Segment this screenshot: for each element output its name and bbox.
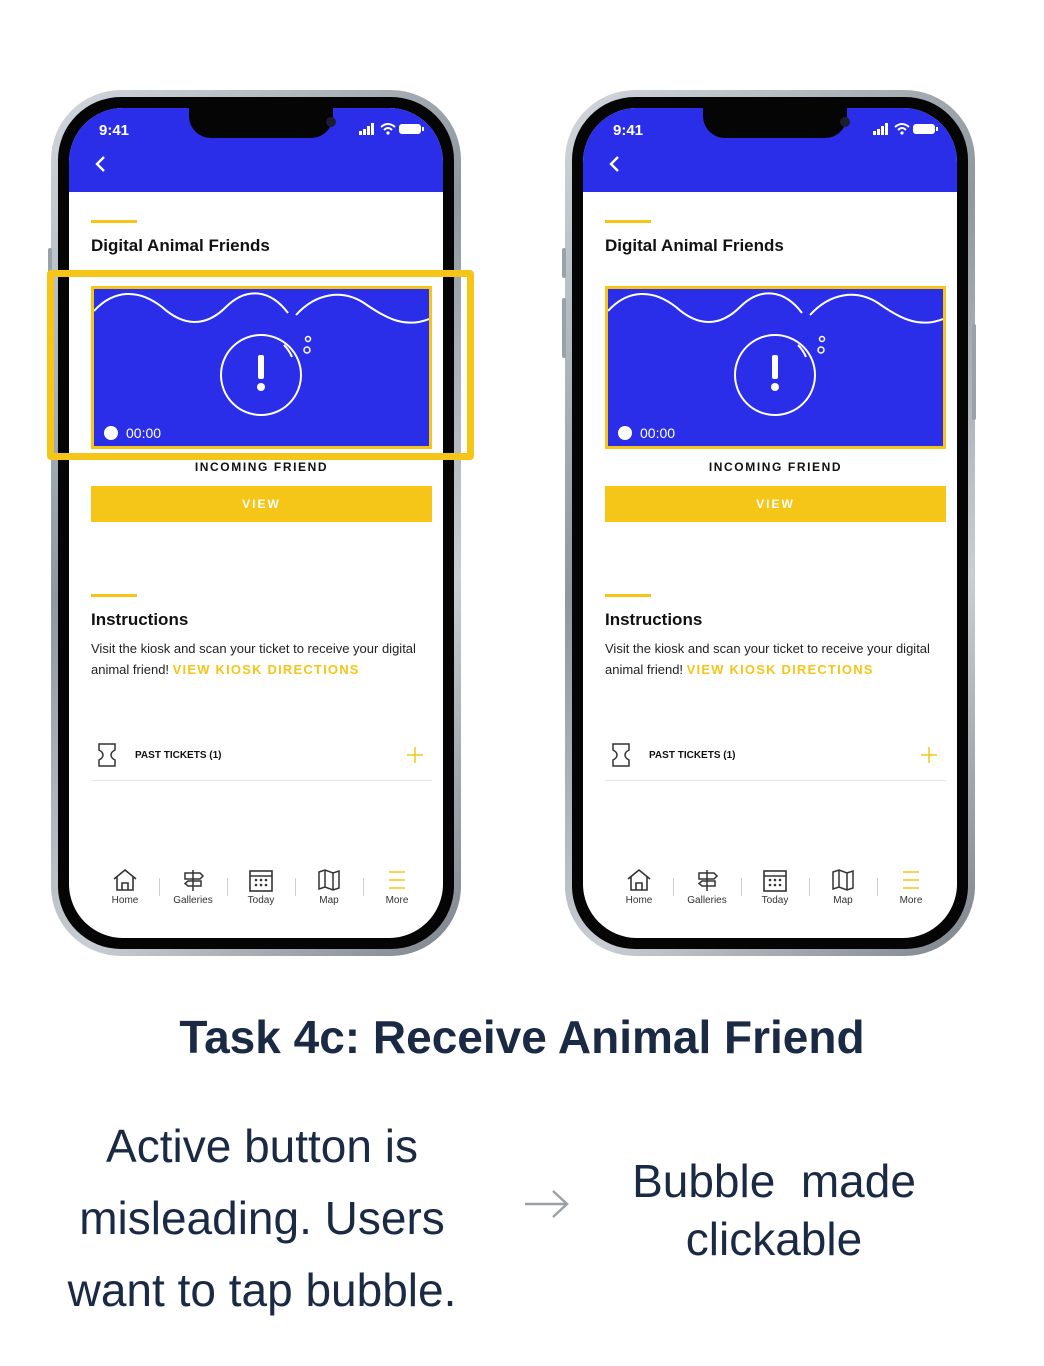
right-arrow-icon: [525, 1190, 569, 1218]
title-accent: [605, 220, 651, 223]
menu-icon: [903, 871, 919, 889]
issue-highlight-box: [47, 270, 474, 460]
incoming-label: INCOMING FRIEND: [194, 460, 329, 474]
instructions-title: Instructions: [605, 610, 703, 629]
note-right-line: Bubble made: [632, 1155, 916, 1207]
timer-value: 00:00: [640, 425, 676, 441]
nav-label-map: Map: [319, 895, 339, 906]
nav-home[interactable]: Home: [609, 868, 669, 906]
nav-galleries[interactable]: Galleries: [163, 868, 223, 906]
notch: [703, 108, 850, 138]
nav-divider: [159, 878, 160, 896]
page-title: Digital Animal Friends: [605, 236, 784, 255]
nav-more[interactable]: More: [367, 868, 427, 906]
nav-galleries[interactable]: Galleries: [677, 868, 737, 906]
past-tickets-label: PAST TICKETS (1): [135, 750, 222, 761]
side-button: [972, 324, 976, 420]
view-button[interactable]: VIEW: [605, 486, 946, 522]
plus-icon[interactable]: [406, 746, 424, 764]
nav-divider: [295, 878, 296, 896]
nav-label-more: More: [385, 895, 409, 906]
nav-map[interactable]: Map: [299, 868, 359, 906]
nav-label-home: Home: [111, 895, 139, 906]
phone-before: 9:41 Digital Animal Friends 00:00 INCOMI…: [45, 88, 465, 960]
nav-label-map: Map: [833, 895, 853, 906]
page-title: Digital Animal Friends: [91, 236, 270, 255]
nav-divider: [673, 878, 674, 896]
bubble-illustration: [608, 292, 943, 416]
map-icon: [832, 869, 854, 891]
note-left-line: Active button is: [106, 1120, 418, 1172]
app-header: 9:41: [69, 108, 443, 192]
nav-today[interactable]: Today: [231, 868, 291, 906]
ticket-icon: [98, 743, 116, 767]
bottom-nav: Home Galleries Today Map More: [69, 868, 443, 928]
nav-label-today: Today: [761, 895, 789, 906]
status-icons: [873, 123, 938, 135]
past-tickets-row[interactable]: PAST TICKETS (1): [91, 738, 432, 781]
nav-label-galleries: Galleries: [173, 895, 213, 906]
ticket-icon: [612, 743, 630, 767]
past-tickets-label: PAST TICKETS (1): [649, 750, 736, 761]
nav-divider: [809, 878, 810, 896]
note-right-line: clickable: [685, 1213, 863, 1265]
home-icon: [113, 868, 137, 891]
nav-divider: [741, 878, 742, 896]
nav-map[interactable]: Map: [813, 868, 873, 906]
note-left-line: want to tap bubble.: [67, 1264, 457, 1316]
map-icon: [318, 869, 340, 891]
phone-screen: 9:41 Digital Animal Friends 00:00 INCOMI…: [583, 108, 957, 938]
task-title: Task 4c: Receive Animal Friend: [179, 1011, 865, 1063]
status-time: 9:41: [613, 122, 644, 139]
side-button: [562, 248, 566, 278]
nav-more[interactable]: More: [881, 868, 941, 906]
note-right: Bubble made clickable: [584, 1152, 964, 1268]
nav-label-galleries: Galleries: [687, 895, 727, 906]
instructions-title: Instructions: [91, 610, 189, 629]
kiosk-directions-link[interactable]: VIEW KIOSK DIRECTIONS: [173, 662, 360, 677]
title-accent: [91, 220, 137, 223]
signpost-icon: [183, 870, 205, 891]
home-icon: [627, 868, 651, 891]
calendar-icon: [249, 870, 273, 892]
back-chevron-icon[interactable]: [91, 154, 111, 174]
nav-divider: [227, 878, 228, 896]
instructions-text: Visit the kiosk and scan your ticket to …: [91, 638, 436, 680]
bubble-timer: 00:00: [618, 425, 675, 441]
view-button[interactable]: VIEW: [91, 486, 432, 522]
calendar-icon: [763, 870, 787, 892]
notch: [189, 108, 336, 138]
animal-friend-bubble[interactable]: 00:00: [605, 286, 946, 449]
nav-today[interactable]: Today: [745, 868, 805, 906]
nav-label-home: Home: [625, 895, 653, 906]
nav-divider: [877, 878, 878, 896]
nav-label-today: Today: [247, 895, 275, 906]
status-time: 9:41: [99, 122, 130, 139]
clock-icon: [618, 426, 632, 440]
past-tickets-row[interactable]: PAST TICKETS (1): [605, 738, 946, 781]
plus-icon[interactable]: [920, 746, 938, 764]
nav-home[interactable]: Home: [95, 868, 155, 906]
incoming-label: INCOMING FRIEND: [708, 460, 843, 474]
instructions-accent: [91, 594, 137, 597]
nav-divider: [363, 878, 364, 896]
phone-after: 9:41 Digital Animal Friends 00:00 INCOMI…: [559, 88, 979, 960]
nav-label-more: More: [899, 895, 923, 906]
note-left-line: misleading. Users: [79, 1192, 445, 1244]
side-button: [562, 298, 566, 358]
menu-icon: [389, 871, 405, 889]
phone-screen: 9:41 Digital Animal Friends 00:00 INCOMI…: [69, 108, 443, 938]
back-chevron-icon[interactable]: [605, 154, 625, 174]
status-icons: [359, 123, 424, 135]
note-left: Active button is misleading. Users want …: [22, 1110, 502, 1326]
kiosk-directions-link[interactable]: VIEW KIOSK DIRECTIONS: [687, 662, 874, 677]
app-header: 9:41: [583, 108, 957, 192]
bottom-nav: Home Galleries Today Map More: [583, 868, 957, 928]
instructions-accent: [605, 594, 651, 597]
instructions-text: Visit the kiosk and scan your ticket to …: [605, 638, 950, 680]
signpost-icon: [697, 870, 719, 891]
